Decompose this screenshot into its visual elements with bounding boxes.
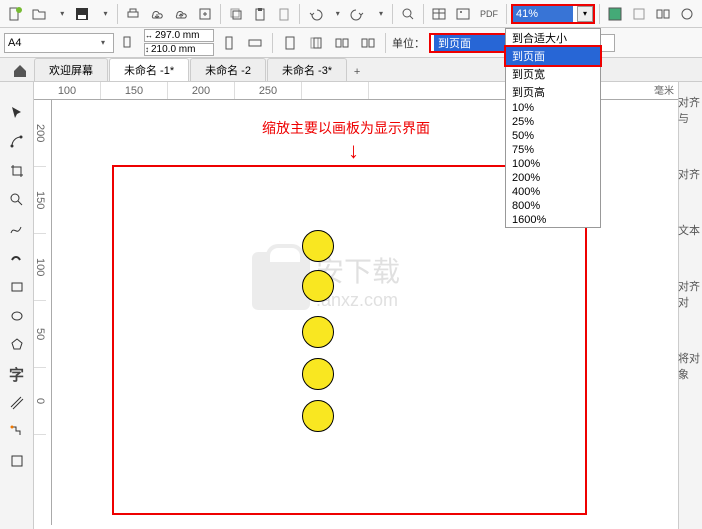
watermark-lock-icon <box>252 252 310 310</box>
zoom-option-400[interactable]: 400% <box>506 185 600 199</box>
zoom-option-10[interactable]: 10% <box>506 101 600 115</box>
tab-untitled-1[interactable]: 未命名 -1* <box>109 58 189 81</box>
zoom-option-75[interactable]: 75% <box>506 143 600 157</box>
docker-tab-align3[interactable]: 对齐对 <box>678 272 702 316</box>
freehand-tool-icon[interactable] <box>4 216 30 242</box>
ruler-vertical: 200 150 100 50 0 <box>34 100 52 525</box>
layout-icon[interactable] <box>652 3 674 25</box>
yellow-circle[interactable] <box>302 270 334 302</box>
home-icon[interactable] <box>10 61 30 81</box>
zoom-tool-icon[interactable] <box>4 187 30 213</box>
pages-icon[interactable] <box>305 32 327 54</box>
text-tool-icon[interactable]: 字 <box>4 361 30 387</box>
ruler-unit-label: 毫米 <box>654 82 674 97</box>
effects-tool-icon[interactable] <box>4 448 30 474</box>
redo-icon[interactable] <box>347 3 369 25</box>
yellow-circle[interactable] <box>302 400 334 432</box>
right-panel-tabs: 对齐与 对齐 文本 对齐对 将对象 <box>678 88 702 416</box>
toolbox: 字 <box>0 82 34 529</box>
rectangle-tool-icon[interactable] <box>4 274 30 300</box>
undo-icon[interactable] <box>304 3 326 25</box>
zoom-option-width[interactable]: 到页宽 <box>506 65 600 83</box>
connector-tool-icon[interactable] <box>4 419 30 445</box>
docker-tab-text[interactable]: 文本 <box>678 216 702 244</box>
save-icon[interactable] <box>71 3 93 25</box>
table-icon[interactable] <box>428 3 450 25</box>
yellow-circle[interactable] <box>302 358 334 390</box>
zoom-combo[interactable]: ▾ <box>511 4 595 24</box>
tab-untitled-2[interactable]: 未命名 -2 <box>190 58 266 81</box>
open-icon[interactable] <box>28 3 50 25</box>
tab-welcome[interactable]: 欢迎屏幕 <box>34 58 108 81</box>
portrait-icon[interactable] <box>218 32 240 54</box>
new-icon[interactable] <box>4 3 26 25</box>
spread-icon[interactable] <box>331 32 353 54</box>
yellow-circle[interactable] <box>302 230 334 262</box>
toolbar-main: ▾ ▾ ▾ ▾ PDF ▾ <box>0 0 702 28</box>
zoom-option-1600[interactable]: 1600% <box>506 213 600 227</box>
image-icon[interactable] <box>452 3 474 25</box>
search-icon[interactable] <box>397 3 419 25</box>
zoom-option-25[interactable]: 25% <box>506 115 600 129</box>
page-dimensions: ↔ ↕ <box>144 29 214 56</box>
facing-icon[interactable] <box>357 32 379 54</box>
unit-value: 到页面 <box>434 35 511 51</box>
clipboard-icon[interactable] <box>273 3 295 25</box>
cloud-up-icon[interactable] <box>170 3 192 25</box>
parallel-dim-icon[interactable] <box>4 390 30 416</box>
zoom-dropdown: 到合适大小 到页面 到页宽 到页高 10% 25% 50% 75% 100% 2… <box>505 28 601 228</box>
fullscreen-icon[interactable] <box>604 3 626 25</box>
chevron-down-icon[interactable]: ▾ <box>379 9 388 18</box>
paper-size-value: A4 <box>8 37 21 49</box>
docker-tab-align[interactable]: 对齐与 <box>678 88 702 132</box>
paper-size-combo[interactable]: A4 ▾ <box>4 33 114 53</box>
grid-icon[interactable] <box>628 3 650 25</box>
copy-icon[interactable] <box>225 3 247 25</box>
docker-tab-align2[interactable]: 对齐 <box>678 160 702 188</box>
publish-icon[interactable] <box>676 3 698 25</box>
pick-tool-icon[interactable] <box>4 100 30 126</box>
zoom-input[interactable] <box>513 6 573 22</box>
artistic-media-icon[interactable] <box>4 245 30 271</box>
docker-tab-object[interactable]: 将对象 <box>678 344 702 388</box>
unit-label: 单位： <box>392 35 425 51</box>
zoom-option-page[interactable]: 到页面 <box>506 47 600 65</box>
tab-untitled-3[interactable]: 未命名 -3* <box>267 58 347 81</box>
zoom-option-50[interactable]: 50% <box>506 129 600 143</box>
chevron-down-icon[interactable]: ▾ <box>336 9 345 18</box>
zoom-option-100[interactable]: 100% <box>506 157 600 171</box>
add-tab-button[interactable]: + <box>348 63 366 81</box>
chevron-down-icon[interactable]: ▾ <box>60 9 69 18</box>
chevron-down-icon[interactable]: ▾ <box>101 38 110 47</box>
polygon-tool-icon[interactable] <box>4 332 30 358</box>
zoom-option-200[interactable]: 200% <box>506 171 600 185</box>
zoom-option-height[interactable]: 到页高 <box>506 83 600 101</box>
arrow-down-icon: ↓ <box>348 138 359 164</box>
orientation-icon[interactable] <box>118 32 140 54</box>
page-width-input[interactable] <box>153 30 201 41</box>
annotation-text: 缩放主要以画板为显示界面 <box>262 118 430 138</box>
shape-tool-icon[interactable] <box>4 129 30 155</box>
page-height-input[interactable] <box>149 44 197 55</box>
paste-icon[interactable] <box>249 3 271 25</box>
zoom-dropdown-button[interactable]: ▾ <box>577 6 593 22</box>
cloud-down-icon[interactable] <box>146 3 168 25</box>
zoom-option-800[interactable]: 800% <box>506 199 600 213</box>
chevron-down-icon[interactable]: ▾ <box>104 9 113 18</box>
page-icon[interactable] <box>279 32 301 54</box>
pdf-export-button[interactable]: PDF <box>476 3 502 25</box>
print-icon[interactable] <box>122 3 144 25</box>
landscape-icon[interactable] <box>244 32 266 54</box>
ellipse-tool-icon[interactable] <box>4 303 30 329</box>
crop-tool-icon[interactable] <box>4 158 30 184</box>
export-icon[interactable] <box>194 3 216 25</box>
yellow-circle[interactable] <box>302 316 334 348</box>
